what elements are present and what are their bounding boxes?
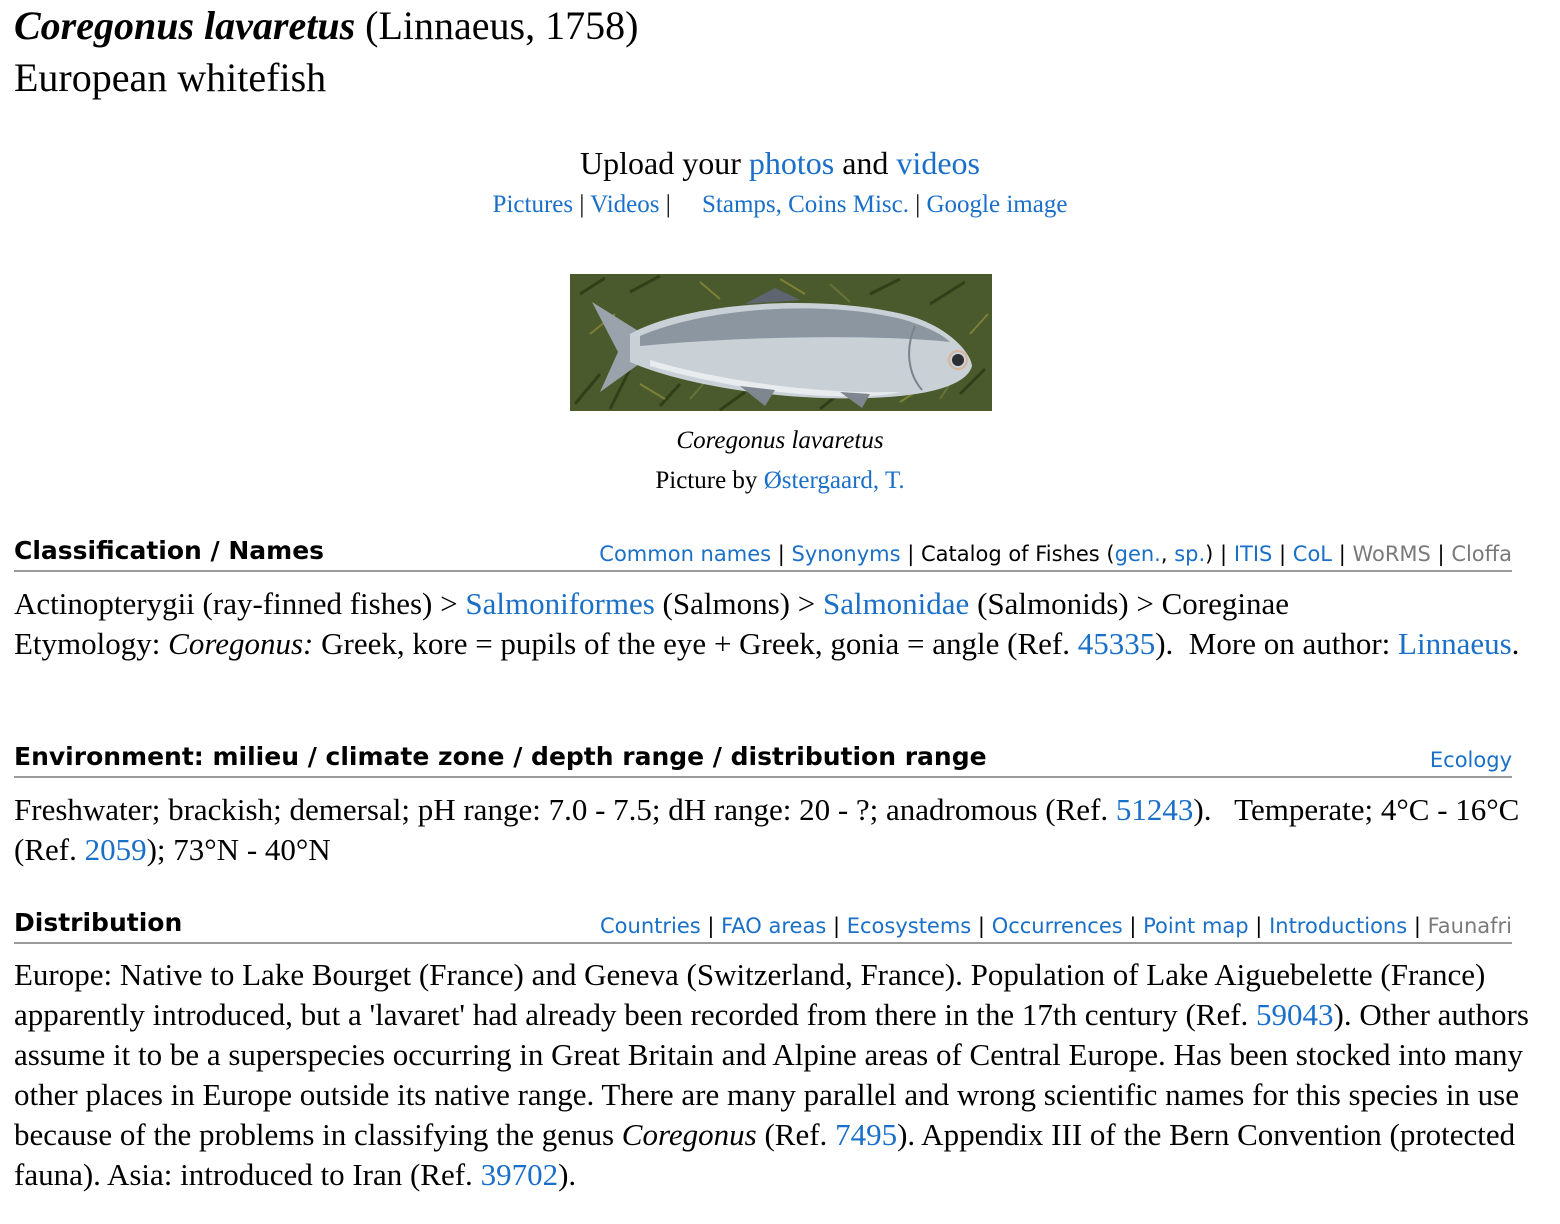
photo-caption: Coregonus lavaretus — [676, 427, 884, 454]
distribution-text: Europe: Native to Lake Bourget (France) … — [14, 957, 1529, 1192]
common-names-link[interactable]: Common names — [599, 542, 771, 566]
media-links: Pictures | Videos | Stamps, Coins Misc. … — [492, 191, 1068, 218]
ref-link[interactable]: 39702 — [481, 1157, 559, 1192]
videos-list-link[interactable]: Videos — [590, 191, 659, 218]
videos-link[interactable]: videos — [896, 145, 980, 181]
synonyms-link[interactable]: Synonyms — [792, 542, 901, 566]
col-link[interactable]: CoL — [1293, 542, 1332, 566]
environment-links: Ecology — [1430, 746, 1512, 774]
page-title: Coregonus lavaretus (Linnaeus, 1758) — [14, 2, 638, 50]
ref-link[interactable]: 7495 — [835, 1117, 897, 1152]
classification-text: Actinopterygii (ray-finned fishes) > Sal… — [14, 586, 1520, 661]
classification-header: Classification / Names Common names | Sy… — [14, 536, 1512, 572]
distribution-header: Distribution Countries | FAO areas | Eco… — [14, 908, 1512, 944]
worms-link[interactable]: WoRMS — [1352, 542, 1430, 566]
introductions-link[interactable]: Introductions — [1269, 914, 1407, 938]
catalog-genus-link[interactable]: gen. — [1115, 542, 1161, 566]
common-name: European whitefish — [14, 55, 327, 100]
itis-link[interactable]: ITIS — [1234, 542, 1273, 566]
countries-link[interactable]: Countries — [600, 914, 701, 938]
scientific-name: Coregonus lavaretus — [14, 3, 356, 48]
ref-link[interactable]: 51243 — [1116, 792, 1194, 827]
pictures-link[interactable]: Pictures — [493, 191, 574, 218]
ref-link[interactable]: 2059 — [85, 832, 147, 867]
environment-header: Environment: milieu / climate zone / dep… — [14, 742, 1512, 778]
ecology-link[interactable]: Ecology — [1430, 748, 1512, 772]
ecosystems-link[interactable]: Ecosystems — [847, 914, 972, 938]
classification-heading: Classification / Names — [14, 536, 325, 565]
distribution-heading: Distribution — [14, 908, 183, 937]
upload-line: Upload your photos and videos — [580, 145, 980, 181]
species-photo[interactable] — [570, 274, 992, 411]
classification-links: Common names | Synonyms | Catalog of Fis… — [599, 542, 1512, 566]
authority: (Linnaeus, 1758) — [355, 3, 639, 48]
ref-link[interactable]: 59043 — [1256, 997, 1334, 1032]
family-link[interactable]: Salmonidae — [823, 586, 969, 621]
ref-link[interactable]: 45335 — [1078, 626, 1156, 661]
order-link[interactable]: Salmoniformes — [465, 586, 654, 621]
google-image-link[interactable]: Google image — [927, 191, 1068, 218]
author-link[interactable]: Linnaeus — [1398, 626, 1512, 661]
environment-text: Freshwater; brackish; demersal; pH range… — [14, 792, 1528, 867]
point-map-link[interactable]: Point map — [1143, 914, 1248, 938]
photos-link[interactable]: photos — [749, 145, 834, 181]
photographer-link[interactable]: Østergaard, T. — [764, 467, 905, 494]
photo-credit: Picture by Østergaard, T. — [655, 467, 905, 494]
distribution-links: Countries | FAO areas | Ecosystems | Occ… — [600, 914, 1512, 938]
fao-areas-link[interactable]: FAO areas — [721, 914, 826, 938]
stamps-coins-link[interactable]: Stamps, Coins Misc. — [702, 191, 909, 218]
environment-heading: Environment: milieu / climate zone / dep… — [14, 742, 987, 771]
occurrences-link[interactable]: Occurrences — [992, 914, 1123, 938]
catalog-species-link[interactable]: sp. — [1174, 542, 1205, 566]
faunafri-link[interactable]: Faunafri — [1428, 914, 1512, 938]
cloffa-link[interactable]: Cloffa — [1451, 542, 1512, 566]
